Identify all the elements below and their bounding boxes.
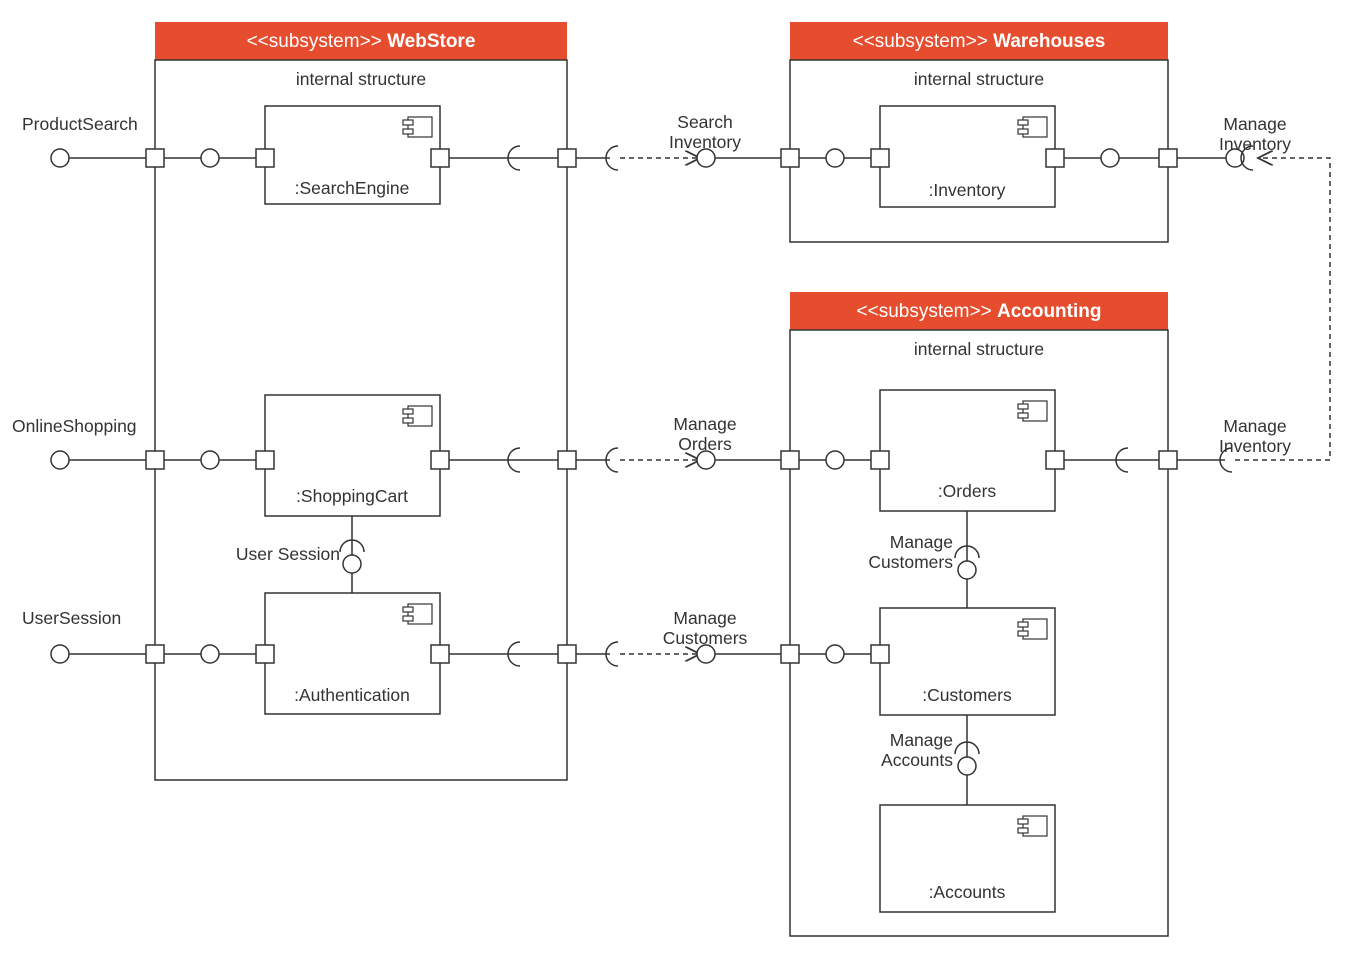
subsystem-accounting: <<subsystem>> Accounting internal struct… [781, 292, 1177, 936]
component-searchengine: :SearchEngine [256, 106, 449, 204]
warehouses-header-text: <<subsystem>> Warehouses [853, 31, 1106, 52]
port [1046, 149, 1064, 167]
label-manageinventory2: ManageInventory [1219, 416, 1291, 456]
port [781, 451, 799, 469]
port [431, 645, 449, 663]
accounting-header-text: <<subsystem>> Accounting [857, 301, 1102, 322]
port [871, 645, 889, 663]
port [1159, 451, 1177, 469]
label-productsearch: ProductSearch [22, 114, 138, 134]
webstore-internal-label: internal structure [296, 69, 426, 89]
svg-text::Accounts: :Accounts [929, 882, 1006, 902]
label-onlineshopping: OnlineShopping [12, 416, 137, 436]
port [558, 451, 576, 469]
port [558, 149, 576, 167]
port [256, 149, 274, 167]
component-orders: :Orders [871, 390, 1064, 511]
label-searchinventory: SearchInventory [669, 112, 741, 152]
port [256, 645, 274, 663]
port [256, 451, 274, 469]
port [558, 645, 576, 663]
svg-text::Orders: :Orders [938, 481, 997, 501]
port [871, 149, 889, 167]
port [146, 451, 164, 469]
svg-text::Inventory: :Inventory [929, 180, 1006, 200]
label-manageaccounts: ManageAccounts [881, 730, 953, 770]
label-usersession: UserSession [22, 608, 121, 628]
port [431, 451, 449, 469]
component-shoppingcart: :ShoppingCart [256, 395, 449, 516]
label-managecustomers: ManageCustomers [663, 608, 748, 648]
component-authentication: :Authentication [256, 593, 449, 714]
port [1046, 451, 1064, 469]
webstore-header-text: <<subsystem>> WebStore [247, 31, 476, 52]
component-customers: :Customers [871, 608, 1055, 715]
subsystem-webstore: <<subsystem>> WebStore internal structur… [146, 22, 576, 780]
svg-text::Customers: :Customers [922, 685, 1012, 705]
accounting-internal-label: internal structure [914, 339, 1044, 359]
component-inventory: :Inventory [871, 106, 1064, 207]
port [871, 451, 889, 469]
label-usersession-int: User Session [236, 544, 340, 564]
svg-text::Authentication: :Authentication [294, 685, 410, 705]
warehouses-internal-label: internal structure [914, 69, 1044, 89]
subsystem-warehouses: <<subsystem>> Warehouses internal struct… [781, 22, 1177, 242]
svg-text::SearchEngine: :SearchEngine [295, 178, 410, 198]
component-accounts: :Accounts [880, 805, 1055, 912]
label-manageorders: ManageOrders [673, 414, 736, 454]
port [146, 645, 164, 663]
label-manageinventory1: ManageInventory [1219, 114, 1291, 154]
port [431, 149, 449, 167]
svg-text::ShoppingCart: :ShoppingCart [296, 486, 408, 506]
port [146, 149, 164, 167]
port [781, 645, 799, 663]
port [1159, 149, 1177, 167]
port [781, 149, 799, 167]
